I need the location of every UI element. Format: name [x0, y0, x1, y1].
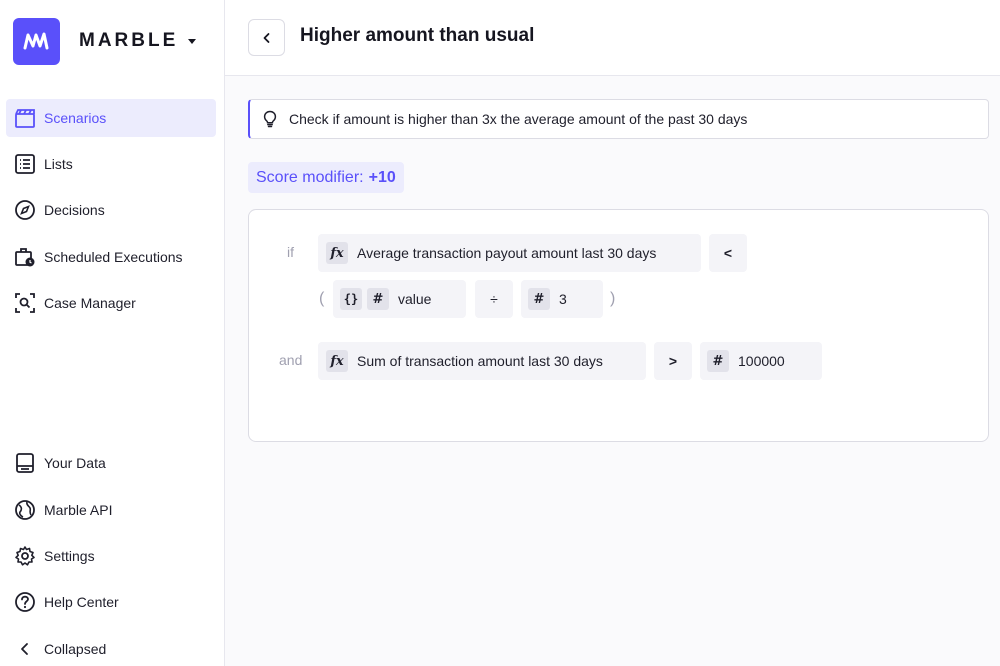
sidebar-collapse-toggle[interactable]: Collapsed	[6, 630, 216, 666]
caret-down-icon[interactable]	[188, 38, 197, 44]
clapperboard-icon	[14, 107, 36, 129]
sidebar-item-label: Collapsed	[44, 641, 107, 657]
number-type-icon: #	[707, 350, 729, 372]
sidebar-item-label: Help Center	[44, 594, 119, 610]
rule-formula-card: if fx Average transaction payout amount …	[248, 209, 989, 442]
description-text: Check if amount is higher than 3x the av…	[289, 111, 748, 127]
condition-1-left-operand[interactable]: fx Average transaction payout amount las…	[318, 234, 701, 272]
sidebar-item-label: Case Manager	[44, 295, 136, 311]
gear-icon	[14, 545, 36, 567]
number-type-icon: #	[367, 288, 389, 310]
sidebar-item-label: Scheduled Executions	[44, 249, 183, 265]
condition-2-left-operand[interactable]: fx Sum of transaction amount last 30 day…	[318, 342, 646, 380]
operand-label: Sum of transaction amount last 30 days	[357, 353, 603, 369]
braces-icon: {}	[340, 288, 362, 310]
sidebar-item-label: Lists	[44, 156, 73, 172]
page-title: Higher amount than usual	[300, 25, 535, 46]
and-keyword: and	[279, 352, 303, 368]
condition-1-divisor[interactable]: # 3	[521, 280, 603, 318]
close-paren: )	[610, 290, 616, 307]
score-value: +10	[368, 168, 396, 186]
if-keyword: if	[287, 244, 294, 260]
condition-1-value-operand[interactable]: {} # value	[333, 280, 466, 318]
help-icon	[14, 591, 36, 613]
back-button[interactable]	[248, 19, 285, 56]
sidebar-item-label: Your Data	[44, 455, 106, 471]
operand-label: 3	[559, 291, 567, 307]
sidebar-item-decisions[interactable]: Decisions	[6, 191, 216, 229]
scheduled-icon	[14, 246, 36, 268]
chevron-left-icon	[263, 32, 269, 43]
operand-label: value	[398, 291, 432, 307]
divide-operator[interactable]: ÷	[475, 280, 513, 318]
data-icon	[14, 452, 36, 474]
sidebar-item-label: Settings	[44, 548, 95, 564]
sidebar-item-label: Marble API	[44, 502, 113, 518]
function-icon: fx	[326, 242, 348, 264]
sidebar: MARBLE Scenarios Lists Decisions Schedul…	[0, 0, 225, 666]
app-name: MARBLE	[79, 30, 179, 51]
sidebar-item-label: Scenarios	[44, 110, 107, 126]
case-manager-icon	[14, 292, 36, 314]
sidebar-item-your-data[interactable]: Your Data	[6, 444, 216, 482]
sidebar-item-scenarios[interactable]: Scenarios	[6, 99, 216, 137]
score-label: Score modifier:	[256, 168, 364, 186]
list-icon	[14, 153, 36, 175]
org-switcher[interactable]: MARBLE	[13, 17, 197, 65]
sidebar-item-case-manager[interactable]: Case Manager	[6, 284, 216, 322]
lightbulb-icon	[261, 110, 279, 128]
sidebar-item-label: Decisions	[44, 202, 105, 218]
marble-logo	[13, 17, 60, 65]
chevron-left-icon	[14, 638, 36, 660]
sidebar-item-settings[interactable]: Settings	[6, 537, 216, 575]
operand-label: 100000	[738, 353, 785, 369]
condition-2-right-operand[interactable]: # 100000	[700, 342, 822, 380]
condition-2-operator[interactable]: >	[654, 342, 692, 380]
rule-description: Check if amount is higher than 3x the av…	[248, 99, 989, 139]
score-modifier-badge: Score modifier: +10	[248, 162, 404, 193]
sidebar-item-scheduled-executions[interactable]: Scheduled Executions	[6, 238, 216, 276]
sidebar-item-marble-api[interactable]: Marble API	[6, 491, 216, 529]
globe-icon	[14, 499, 36, 521]
number-type-icon: #	[528, 288, 550, 310]
function-icon: fx	[326, 350, 348, 372]
page-header: Higher amount than usual	[225, 0, 1000, 76]
compass-icon	[14, 199, 36, 221]
condition-1-operator[interactable]: <	[709, 234, 747, 272]
sidebar-item-help-center[interactable]: Help Center	[6, 583, 216, 621]
sidebar-item-lists[interactable]: Lists	[6, 145, 216, 183]
operand-label: Average transaction payout amount last 3…	[357, 245, 657, 261]
open-paren: (	[319, 290, 325, 307]
